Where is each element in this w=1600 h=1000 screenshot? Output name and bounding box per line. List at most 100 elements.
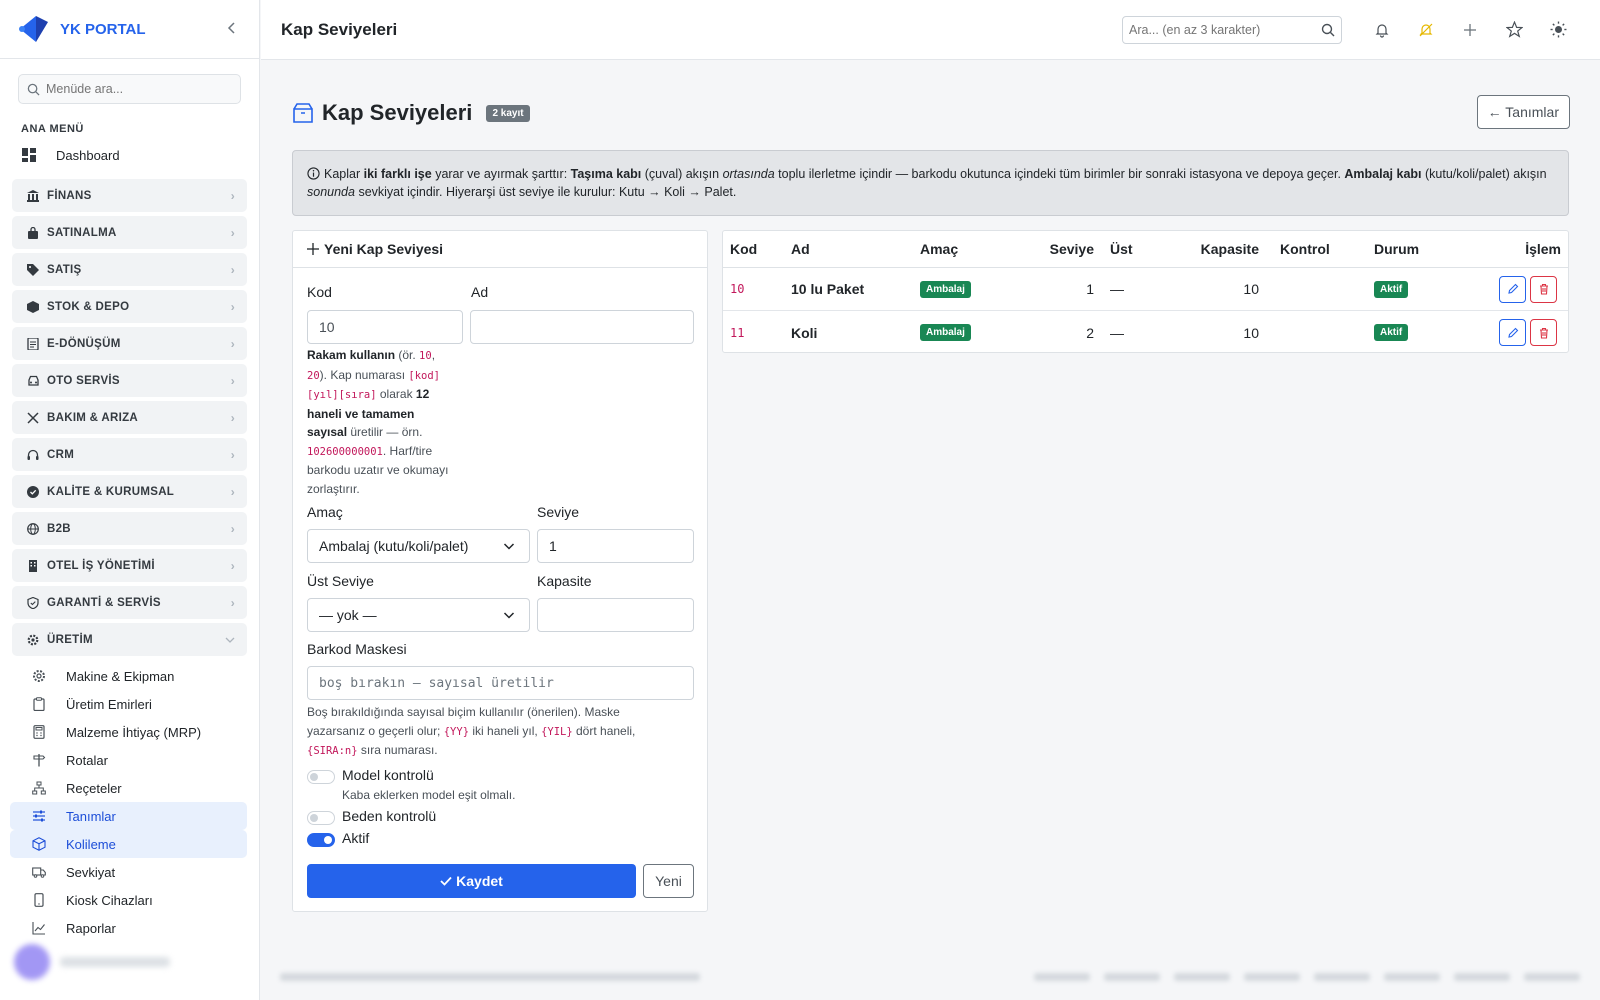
- column-header-durum[interactable]: Durum: [1374, 231, 1419, 267]
- sidebar-group-label: CRM: [47, 448, 75, 461]
- aktif-switch[interactable]: [307, 833, 335, 847]
- info-bold: Taşıma kabı: [570, 167, 642, 181]
- kapasite-input[interactable]: [537, 598, 694, 632]
- sidebar-group-label: STOK & DEPO: [47, 300, 130, 313]
- sidebar-group-garanti-servis[interactable]: GARANTİ & SERVİS ›: [12, 586, 247, 619]
- amac-select[interactable]: Ambalaj (kutu/koli/palet): [307, 529, 530, 563]
- chevron-right-icon: ›: [230, 447, 235, 462]
- favorites-button[interactable]: [1492, 15, 1536, 45]
- pencil-icon: [1507, 327, 1518, 338]
- sidebar-group-b2b[interactable]: B2B ›: [12, 512, 247, 545]
- sidebar-group-stok-depo[interactable]: STOK & DEPO ›: [12, 290, 247, 323]
- sidebar-group-e-donusum[interactable]: E-DÖNÜŞÜM ›: [12, 327, 247, 360]
- sidebar-item-rotalar[interactable]: Rotalar: [10, 746, 247, 774]
- sidebar-group-otel[interactable]: OTEL İŞ YÖNETİMİ ›: [12, 549, 247, 582]
- barkod-maskesi-input[interactable]: boş bırakın — sayısal üretilir: [307, 666, 694, 700]
- sidebar-group-kalite-kurumsal[interactable]: KALİTE & KURUMSAL ›: [12, 475, 247, 508]
- tag-icon: [27, 263, 39, 276]
- column-header-ad[interactable]: Ad: [791, 231, 810, 267]
- sidebar-item-receteler[interactable]: Reçeteler: [10, 774, 247, 802]
- menu-search-input[interactable]: [46, 82, 232, 96]
- new-button[interactable]: Yeni: [643, 864, 694, 898]
- sidebar-item-tanimlar[interactable]: Tanımlar: [10, 802, 247, 830]
- help-text: iki haneli yıl,: [469, 723, 542, 738]
- delete-button[interactable]: [1530, 275, 1557, 303]
- chevron-right-icon: ›: [230, 484, 235, 499]
- sidebar-group-satis[interactable]: SATIŞ ›: [12, 253, 247, 286]
- headset-icon: [27, 449, 39, 460]
- sidebar-item-dashboard[interactable]: Dashboard: [0, 141, 259, 169]
- global-search[interactable]: [1122, 15, 1342, 44]
- chevron-right-icon: ›: [230, 262, 235, 277]
- help-text: . Harf/tire: [382, 443, 433, 458]
- status-badge: Aktif: [1374, 324, 1409, 341]
- sidebar-group-label: OTO SERVİS: [47, 374, 120, 387]
- sidebar-group-crm[interactable]: CRM ›: [12, 438, 247, 471]
- help-text: dört haneli,: [572, 723, 636, 738]
- column-header-kapasite[interactable]: Kapasite: [1163, 231, 1259, 267]
- notifications-button[interactable]: [1360, 15, 1404, 45]
- sidebar-item-sevkiyat[interactable]: Sevkiyat: [10, 858, 247, 886]
- edit-button[interactable]: [1499, 319, 1526, 346]
- ust-seviye-select[interactable]: — yok —: [307, 598, 530, 632]
- sidebar-group-oto-servis[interactable]: OTO SERVİS ›: [12, 364, 247, 397]
- sidebar-item-raporlar[interactable]: Raporlar: [10, 914, 247, 942]
- help-text: yazarsanız o geçerli olur;: [307, 723, 444, 738]
- sun-icon: [1550, 21, 1566, 38]
- column-header-seviye[interactable]: Seviye: [1013, 231, 1094, 267]
- search-icon: [1321, 23, 1335, 36]
- sidebar-item-mrp[interactable]: Malzeme İhtiyaç (MRP): [10, 718, 247, 746]
- sidebar-item-uretim-emirleri[interactable]: Üretim Emirleri: [10, 690, 247, 718]
- help-text: üretilir — örn.: [347, 425, 423, 439]
- mute-notifications-button[interactable]: [1404, 15, 1448, 45]
- add-button[interactable]: [1448, 15, 1492, 45]
- help-text: olarak: [376, 387, 416, 401]
- global-search-input[interactable]: [1129, 22, 1321, 37]
- sidebar-group-uretim[interactable]: ÜRETİM: [12, 623, 247, 656]
- sidebar-item-label: Sevkiyat: [66, 864, 116, 880]
- ad-label: Ad: [471, 284, 489, 300]
- sidebar-group-satinalma[interactable]: SATINALMA ›: [12, 216, 247, 249]
- help-text: Boş bırakıldığında sayısal biçim kullanı…: [307, 705, 620, 719]
- sidebar-item-makine-ekipman[interactable]: Makine & Ekipman: [10, 662, 247, 690]
- help-text: ). Kap numarası: [319, 367, 409, 382]
- brand: YK PORTAL: [0, 0, 259, 59]
- user-profile[interactable]: [14, 942, 244, 982]
- help-code: 20: [307, 369, 320, 382]
- form-header: Yeni Kap Seviyesi: [293, 231, 707, 268]
- ad-input[interactable]: [470, 310, 694, 344]
- sidebar-group-finans[interactable]: FİNANS ›: [12, 179, 247, 212]
- column-header-kod[interactable]: Kod: [730, 231, 757, 267]
- record-count-badge: 2 kayıt: [486, 104, 530, 122]
- theme-toggle-button[interactable]: [1536, 15, 1580, 45]
- barkod-maskesi-label: Barkod Maskesi: [307, 641, 407, 657]
- row-seviye: 2: [1086, 324, 1094, 341]
- column-header-amac[interactable]: Amaç: [920, 231, 958, 267]
- table-row: 10 10 lu Paket Ambalaj 1 — 10 Aktif: [723, 268, 1568, 311]
- edit-button[interactable]: [1499, 275, 1526, 303]
- column-header-kontrol[interactable]: Kontrol: [1280, 231, 1330, 267]
- kapasite-label: Kapasite: [537, 573, 592, 589]
- aktif-label: Aktif: [342, 830, 370, 846]
- beden-kontrolu-switch[interactable]: [307, 811, 335, 825]
- model-kontrolu-switch[interactable]: [307, 770, 335, 784]
- footer-text-placeholder: [280, 973, 700, 981]
- sidebar-group-bakim-ariza[interactable]: BAKIM & ARIZA ›: [12, 401, 247, 434]
- sidebar-item-kolileme[interactable]: Kolileme: [10, 830, 247, 858]
- menu-search[interactable]: [18, 74, 241, 104]
- column-header-ust[interactable]: Üst: [1110, 231, 1133, 267]
- back-to-tanimlar-button[interactable]: ← Tanımlar: [1476, 95, 1570, 129]
- sidebar: YK PORTAL ANA MENÜ Dashboard FİNANS › SAT…: [0, 0, 260, 1000]
- footer: [280, 970, 1580, 984]
- seviye-input[interactable]: 1: [537, 529, 694, 563]
- kod-input[interactable]: 10: [307, 310, 463, 344]
- save-button[interactable]: Kaydet: [307, 864, 636, 898]
- bell-icon: [1375, 23, 1389, 38]
- gear-icon: [33, 670, 45, 682]
- help-code: 102600000001: [307, 445, 383, 458]
- sidebar-item-kiosk[interactable]: Kiosk Cihazları: [10, 886, 247, 914]
- info-alert: Kaplar iki farklı işe yarar ve ayırmak ş…: [292, 150, 1569, 216]
- footer-links: [1034, 973, 1580, 981]
- collapse-sidebar-button[interactable]: [221, 19, 243, 40]
- delete-button[interactable]: [1530, 319, 1557, 346]
